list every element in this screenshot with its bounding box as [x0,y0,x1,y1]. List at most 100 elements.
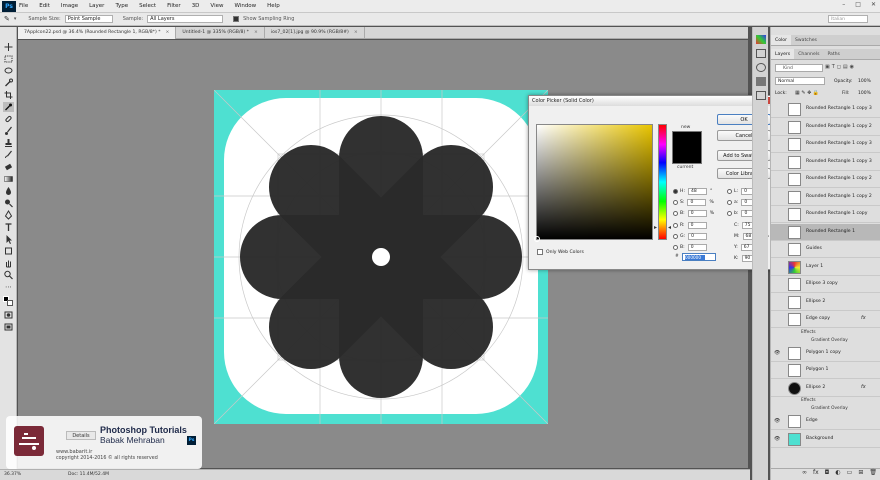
details-button[interactable]: Details [66,431,96,440]
g-input[interactable]: 0 [688,232,708,240]
rectangle-tool-icon[interactable] [3,246,14,256]
layer-fx-icon[interactable]: fx [861,315,866,321]
visibility-toggle[interactable] [774,299,781,305]
path-selection-tool-icon[interactable] [3,234,14,244]
hue-slider[interactable] [658,124,667,240]
layer-row[interactable]: Ellipse 3 copy [771,276,880,293]
tab-paths[interactable]: Paths [823,49,844,59]
history-panel-icon[interactable] [756,77,766,86]
tab-close-icon[interactable]: × [354,30,358,35]
new-layer-icon[interactable]: ⊞ [858,469,863,480]
clone-stamp-tool-icon[interactable] [3,138,14,148]
layer-row[interactable]: Guides [771,241,880,258]
only-web-colors-checkbox[interactable] [537,249,543,255]
visibility-toggle[interactable] [774,229,781,235]
visibility-eye-icon[interactable]: 👁 [774,418,781,424]
layer-row[interactable]: Rounded Rectangle 1 copy 3 [771,154,880,171]
properties-panel-icon[interactable] [756,91,766,100]
crop-tool-icon[interactable] [3,90,14,100]
delete-layer-icon[interactable]: 🗑 [869,469,877,480]
opacity-value[interactable]: 100% [858,79,871,84]
menu-view[interactable]: View [210,3,223,9]
visibility-toggle[interactable] [774,176,781,182]
effect-item[interactable]: Gradient Overlay [811,406,848,411]
eraser-tool-icon[interactable] [3,162,14,172]
hand-tool-icon[interactable] [3,258,14,268]
maximize-icon[interactable]: □ [855,1,861,8]
layer-row[interactable]: Rounded Rectangle 1 copy 2 [771,171,880,188]
visibility-toggle[interactable] [774,385,781,391]
menu-3d[interactable]: 3D [192,3,200,9]
layer-fx-icon[interactable]: fx [861,384,866,390]
tool-preset-chevron-icon[interactable]: ▾ [14,16,17,22]
healing-brush-tool-icon[interactable] [3,114,14,124]
visibility-toggle[interactable] [774,124,781,130]
lock-icons[interactable]: ▦ ✎ ✥ 🔒 [795,90,819,96]
brush-tool-icon[interactable] [3,126,14,136]
r-input[interactable]: 0 [687,221,707,229]
visibility-toggle[interactable] [774,281,781,287]
b-input[interactable]: 0 [687,209,707,217]
lab-b-radio[interactable] [727,210,732,216]
hex-input[interactable]: 000000 [682,253,716,261]
visibility-toggle[interactable] [774,141,781,147]
visibility-toggle[interactable] [774,264,781,270]
adjustments-panel-icon[interactable] [756,49,766,58]
quick-mask-icon[interactable] [3,310,14,320]
tab-color[interactable]: Color [771,35,791,45]
color-panel-icon[interactable] [756,35,766,44]
workspace-select[interactable]: Italian [828,15,868,23]
pen-tool-icon[interactable] [3,210,14,220]
layer-row[interactable]: Polygon 1 [771,362,880,379]
h-radio[interactable] [673,188,678,194]
type-tool-icon[interactable] [3,222,14,232]
b-radio[interactable] [673,210,678,216]
menu-edit[interactable]: Edit [39,3,50,9]
quick-selection-tool-icon[interactable] [3,78,14,88]
visibility-toggle[interactable] [774,106,781,112]
visibility-toggle[interactable] [774,367,781,373]
new-group-icon[interactable]: ▭ [847,469,853,480]
menu-help[interactable]: Help [267,3,280,9]
layer-row[interactable]: Rounded Rectangle 1 copy 3 [771,101,880,118]
color-field-marker[interactable] [534,236,540,242]
hue-slider-left-arrow-icon[interactable]: ▸ [654,224,657,231]
close-icon[interactable]: ✕ [871,1,876,8]
zoom-tool-icon[interactable] [3,270,14,280]
tab-ios7[interactable]: ios7_02[1].jpg @ 90.9% (RGB/8#) × [265,27,365,39]
layer-row[interactable]: 👁 Polygon 1 copy [771,345,880,362]
history-brush-tool-icon[interactable] [3,150,14,160]
minimize-icon[interactable]: – [842,1,845,8]
styles-panel-icon[interactable] [756,63,766,72]
visibility-toggle[interactable] [774,246,781,252]
current-color-swatch[interactable] [672,148,702,164]
menu-select[interactable]: Select [139,3,156,9]
tab-close-icon[interactable]: × [166,30,170,35]
tab-channels[interactable]: Channels [794,49,823,59]
menu-filter[interactable]: Filter [167,3,181,9]
l-radio[interactable] [727,188,732,194]
layer-filter-select[interactable]: Kind [775,64,823,72]
visibility-toggle[interactable] [774,316,781,322]
s-radio[interactable] [673,199,678,205]
layer-row[interactable]: Rounded Rectangle 1 copy 2 [771,189,880,206]
sample-size-select[interactable]: Point Sample [64,15,113,23]
menu-window[interactable]: Window [234,3,256,9]
more-tools-icon[interactable]: ⋯ [3,282,14,292]
saturation-brightness-field[interactable] [534,124,653,242]
s-input[interactable]: 0 [687,198,707,206]
lasso-tool-icon[interactable] [3,66,14,76]
move-tool-icon[interactable] [3,42,14,52]
layer-row[interactable]: Rounded Rectangle 1 [771,223,880,241]
r-radio[interactable] [673,222,678,228]
adjustment-layer-icon[interactable]: ◐ [835,469,840,480]
filter-type-icons[interactable]: ▣T◻▤◉ [825,64,877,72]
blur-tool-icon[interactable] [3,186,14,196]
h-input[interactable]: 48 [688,187,708,195]
visibility-toggle[interactable] [774,211,781,217]
document-canvas[interactable] [213,89,549,425]
layer-row[interactable]: 👁 Edge [771,413,880,430]
a-radio[interactable] [727,199,732,205]
layer-row[interactable]: 👁 Background [771,431,880,448]
layer-row[interactable]: Rounded Rectangle 1 copy [771,206,880,223]
